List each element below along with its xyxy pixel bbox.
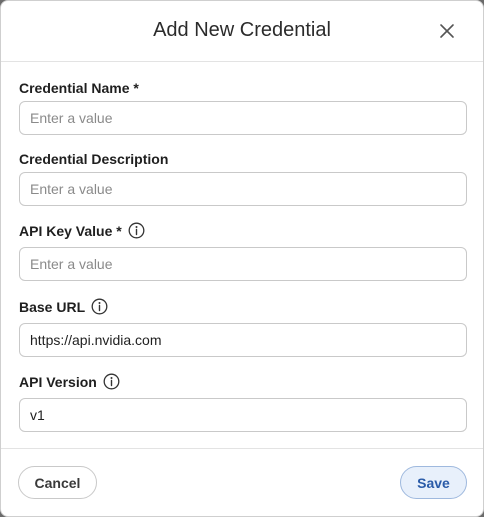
info-icon[interactable] [103,373,120,390]
dialog-title: Add New Credential [153,19,331,41]
credential-description-label-text: Credential Description [19,151,169,167]
base-url-label: Base URL [19,298,108,315]
save-button[interactable]: Save [400,466,467,499]
credential-description-label: Credential Description [19,151,168,167]
api-key-input[interactable] [19,247,467,281]
add-credential-dialog: Add New Credential Credential Name * Cre… [0,0,484,517]
credential-name-input[interactable] [19,101,467,135]
dialog-body: Credential Name * Credential Description… [1,62,483,448]
dialog-header: Add New Credential [1,1,483,62]
cancel-button[interactable]: Cancel [18,466,97,499]
close-icon [440,24,454,38]
credential-name-label: Credential Name * [19,80,139,96]
base-url-input[interactable] [19,323,467,357]
api-version-input[interactable] [19,398,467,432]
close-button[interactable] [437,21,457,41]
api-version-label: API Version [19,373,120,390]
base-url-label-text: Base URL [19,298,86,315]
credential-name-label-text: Credential Name * [19,80,139,96]
info-icon[interactable] [91,298,108,315]
info-icon[interactable] [128,222,145,239]
dialog-footer: Cancel Save [1,448,483,516]
api-key-label-text: API Key Value * [19,222,122,239]
api-key-label: API Key Value * [19,222,145,239]
credential-description-input[interactable] [19,172,467,206]
api-version-label-text: API Version [19,373,97,390]
